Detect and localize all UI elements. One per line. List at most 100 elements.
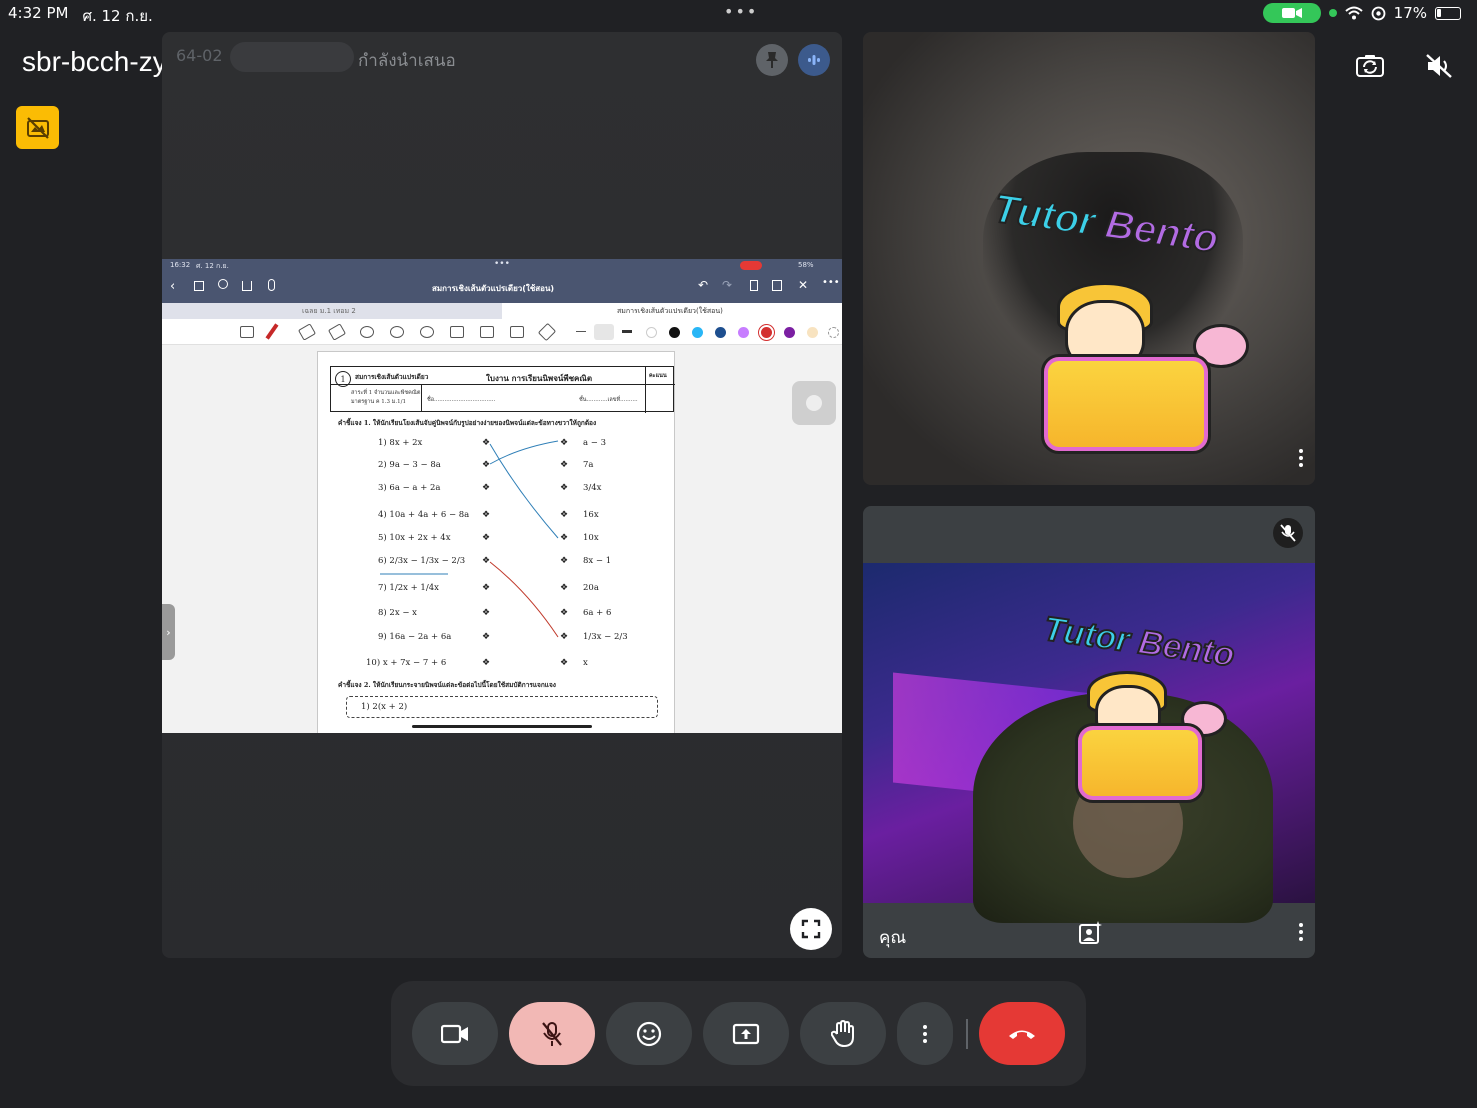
shared-color-lightblue	[692, 327, 703, 338]
shared-tab-left: เฉลย ม.1 เทอม 2	[302, 307, 356, 315]
shared-pen-tool-icon	[265, 323, 279, 340]
tutor-bento-sticker: Tutor Bento	[1040, 609, 1237, 675]
exercise-2-item: 1) 2(x + 2)	[361, 702, 408, 712]
shared-status-bar: 16:32 ศ. 12 ก.ย. ••• 58%	[162, 259, 842, 273]
presenter-badge: 64-02	[176, 46, 223, 65]
pin-button[interactable]	[756, 44, 788, 76]
shared-add-page-icon	[772, 280, 782, 291]
worksheet-page: 1 สมการเชิงเส้นตัวแปรเดียว ใบงาน การเรีย…	[317, 351, 675, 733]
shared-thin-stroke-icon	[576, 331, 586, 332]
presenting-label: กำลังนำเสนอ	[358, 51, 456, 71]
shared-color-purple	[784, 327, 795, 338]
raise-hand-icon	[831, 1019, 854, 1047]
participant-tile-self[interactable]: Tutor Bento คุณ	[863, 506, 1315, 958]
pin-icon	[766, 52, 778, 68]
shared-grid-icon	[194, 281, 204, 291]
shared-tab-right: สมการเชิงเส้นตัวแปรเดียว(ใช้สอน)	[502, 303, 842, 319]
battery-percent: 17%	[1393, 4, 1427, 22]
more-options-button[interactable]	[897, 1002, 953, 1065]
person-effects-icon	[1079, 921, 1102, 944]
present-screen-icon	[732, 1023, 760, 1044]
muted-indicator	[1273, 518, 1303, 548]
shared-recording-icon	[740, 261, 762, 270]
participant-options-button[interactable]	[1289, 446, 1313, 470]
shared-pen-toolbar	[162, 319, 842, 345]
shared-undo-icon: ↶	[698, 278, 709, 292]
switch-camera-icon	[1356, 55, 1384, 77]
raise-hand-button[interactable]	[800, 1002, 886, 1065]
shared-more-icon: •••	[822, 277, 840, 288]
shared-thick-stroke-icon	[622, 330, 632, 333]
fullscreen-button[interactable]	[790, 908, 832, 950]
shared-doc-title: สมการเชิงเส้นตัวแปรเดียว(ใช้สอน)	[432, 284, 555, 293]
shared-scroll-indicator	[412, 725, 592, 728]
switch-camera-button[interactable]	[1348, 44, 1392, 88]
shared-side-handle-icon: ›	[162, 604, 175, 660]
shared-battery: 58%	[798, 261, 814, 269]
controls-divider	[966, 1019, 968, 1049]
no-video-icon	[26, 116, 49, 139]
status-bar: 4:32 PM ศ. 12 ก.ย. ••• 17%	[0, 0, 1477, 28]
shared-back-icon: ‹	[170, 279, 176, 294]
status-date: ศ. 12 ก.ย.	[82, 7, 153, 25]
shared-dropper-tool-icon	[537, 322, 557, 342]
audio-level-indicator	[798, 44, 830, 76]
shared-color-navy	[715, 327, 726, 338]
location-icon	[1371, 6, 1386, 20]
present-screen-button[interactable]	[703, 1002, 789, 1065]
audio-output-button[interactable]	[1417, 44, 1461, 88]
sticker-box	[1041, 354, 1211, 454]
shared-share-icon	[242, 281, 252, 291]
presenter-name-redacted	[230, 42, 354, 72]
shared-color-cream	[807, 327, 818, 338]
mic-off-icon	[542, 1021, 562, 1046]
participant-name: คุณ	[879, 928, 907, 948]
self-options-button[interactable]	[1289, 920, 1313, 944]
camera-off-indicator-button[interactable]	[16, 106, 59, 149]
shared-color-red	[761, 327, 772, 338]
shared-text-tool-icon	[510, 326, 524, 338]
more-vertical-icon	[913, 1022, 937, 1046]
shared-status-time: 16:32	[170, 261, 191, 269]
shared-shapes-tool-icon	[360, 326, 374, 338]
self-video: Tutor Bento	[863, 563, 1315, 923]
worksheet-instruction-2: คำชี้แจง 2. ให้นักเรียนกระจายนิพจน์แต่ละ…	[338, 681, 556, 689]
presentation-tile[interactable]: 64-02 กำลังนำเสนอ 16:32 ศ. 12 ก.ย. ••• 5…	[162, 32, 842, 958]
reactions-button[interactable]	[606, 1002, 692, 1065]
shared-bookmark-icon	[750, 280, 758, 291]
shared-color-more	[828, 327, 839, 338]
call-controls	[391, 981, 1086, 1086]
shared-app-toolbar: ‹ สมการเชิงเส้นตัวแปรเดียว(ใช้สอน) ↶ ↷ ✕…	[162, 273, 842, 303]
meeting-code: sbr-bcch-zyg	[22, 46, 183, 77]
sticker-box	[1075, 723, 1205, 803]
shared-lasso2-tool-icon	[390, 326, 404, 338]
shared-status-date: ศ. 12 ก.ย.	[196, 262, 229, 270]
shared-color-black	[669, 327, 680, 338]
shared-assistive-touch	[792, 381, 836, 425]
privacy-dot-icon	[1328, 9, 1337, 17]
shared-search-icon	[218, 279, 228, 289]
shared-redo-icon: ↷	[722, 278, 733, 292]
shared-doc-tabs: เฉลย ม.1 เทอม 2 สมการเชิงเส้นตัวแปรเดียว…	[162, 303, 842, 319]
mic-toggle-button[interactable]	[509, 1002, 595, 1065]
audio-level-icon	[808, 55, 820, 65]
battery-icon	[1435, 6, 1461, 20]
emoji-icon	[636, 1021, 662, 1046]
shared-color-white	[646, 327, 657, 338]
mic-off-icon	[1280, 524, 1296, 542]
shared-screen: 16:32 ศ. 12 ก.ย. ••• 58% ‹ สมการเชิงเส้น…	[162, 259, 842, 733]
end-call-button[interactable]	[979, 1002, 1065, 1065]
shared-highlighter-tool-icon	[327, 323, 347, 341]
end-call-icon	[1009, 1030, 1035, 1039]
visual-effects-button[interactable]	[1077, 920, 1103, 946]
multitasking-dots-icon[interactable]: •••	[724, 2, 758, 21]
camera-toggle-button[interactable]	[412, 1002, 498, 1065]
shared-sticker-tool-icon	[420, 326, 434, 338]
fullscreen-icon	[801, 919, 821, 939]
shared-dots-icon: •••	[494, 259, 510, 269]
participant-tile-remote[interactable]: Tutor Bento	[863, 32, 1315, 485]
shared-image-tool-icon	[450, 326, 464, 338]
handwritten-annotations	[380, 440, 559, 638]
shared-lasso-tool-icon	[240, 326, 254, 338]
tutor-bento-sticker: Tutor Bento	[990, 185, 1222, 262]
